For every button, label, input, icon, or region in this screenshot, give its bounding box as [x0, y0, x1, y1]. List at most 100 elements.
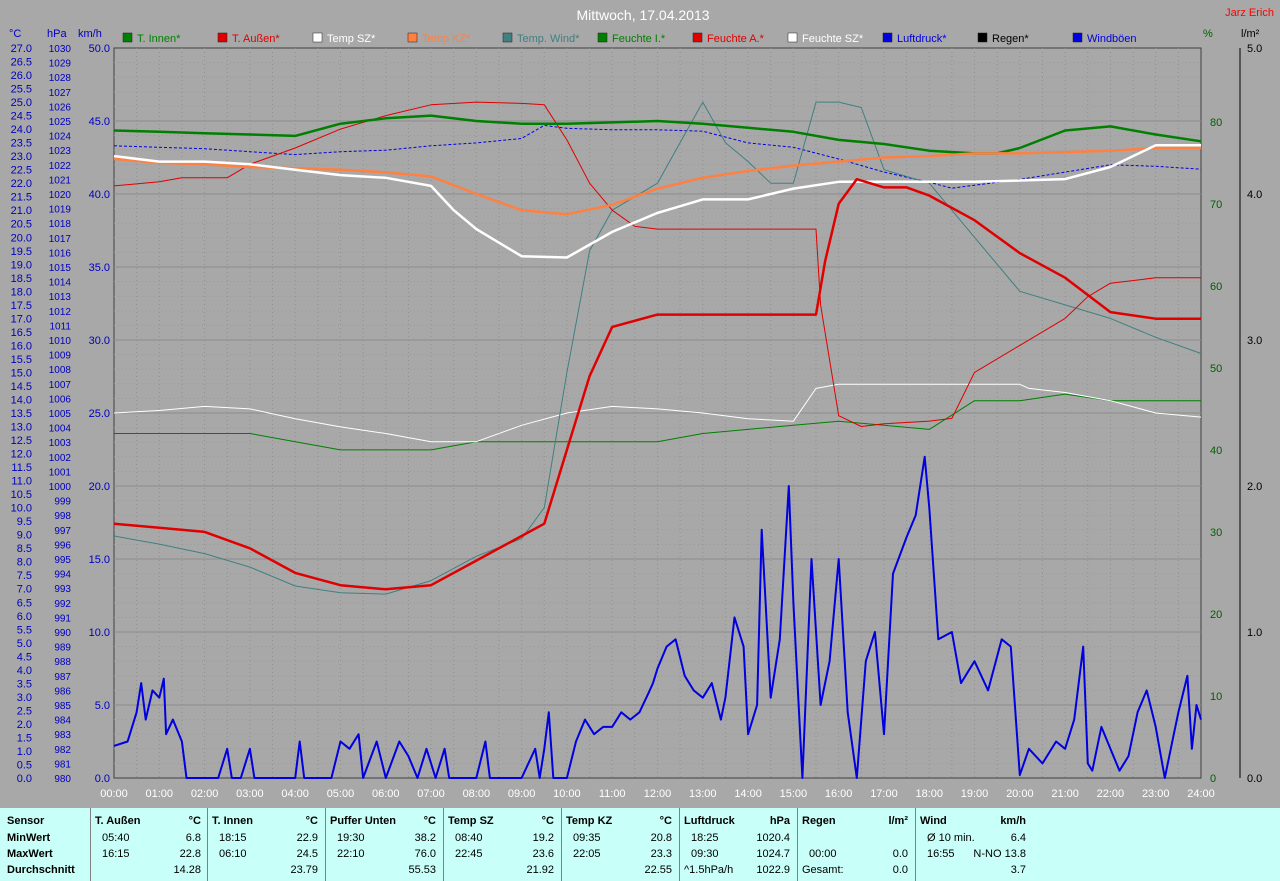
- legend-swatch: [977, 32, 988, 43]
- stats-column-unit: °C: [659, 815, 672, 827]
- x-tick-label: 04:00: [281, 788, 309, 800]
- temp-tick-label: 13.0: [11, 422, 32, 434]
- stats-max-value: N-NO 13.8: [973, 848, 1026, 860]
- pressure-tick-label: 989: [54, 643, 71, 654]
- stats-column-separator: [207, 808, 208, 881]
- wind-axis-unit: km/h: [78, 28, 102, 40]
- x-tick-label: 20:00: [1006, 788, 1034, 800]
- stats-column-unit: °C: [423, 815, 436, 827]
- stats-avg-value: 0.0: [892, 864, 908, 876]
- pressure-tick-label: 1014: [49, 278, 72, 289]
- temp-tick-label: 7.5: [17, 570, 32, 582]
- pressure-tick-label: 1005: [49, 409, 72, 420]
- temp-tick-label: 24.5: [11, 111, 32, 123]
- pressure-tick-label: 1022: [49, 161, 72, 172]
- pressure-tick-label: 982: [54, 745, 71, 756]
- stats-column-separator: [561, 808, 562, 881]
- stats-max-value: 22.8: [179, 848, 201, 860]
- x-tick-label: 16:00: [825, 788, 853, 800]
- stats-min-value: 6.8: [185, 832, 201, 844]
- pressure-tick-label: 1013: [49, 292, 72, 303]
- temp-tick-label: 27.0: [11, 43, 32, 55]
- pressure-axis-unit: hPa: [47, 28, 67, 40]
- x-tick-label: 22:00: [1097, 788, 1125, 800]
- legend-label: T. Innen*: [137, 33, 181, 45]
- x-tick-label: 21:00: [1051, 788, 1079, 800]
- stats-max-value: 76.0: [414, 848, 436, 860]
- stats-min-value: 20.8: [650, 832, 672, 844]
- stats-max-value: 23.6: [532, 848, 554, 860]
- temp-tick-label: 6.5: [17, 597, 32, 609]
- stats-column-unit: °C: [541, 815, 554, 827]
- stats-max-value: 1024.7: [756, 848, 790, 860]
- x-tick-label: 02:00: [191, 788, 219, 800]
- pressure-tick-label: 1003: [49, 438, 72, 449]
- temp-tick-label: 2.0: [17, 719, 32, 731]
- temp-tick-label: 4.5: [17, 651, 32, 663]
- pressure-tick-label: 1011: [49, 321, 71, 332]
- x-tick-label: 11:00: [599, 788, 626, 800]
- temp-tick-label: 15.5: [11, 354, 32, 366]
- temp-tick-label: 24.0: [11, 124, 32, 136]
- legend-swatch: [787, 32, 798, 43]
- x-tick-label: 18:00: [915, 788, 943, 800]
- pressure-tick-label: 1028: [49, 73, 72, 84]
- temp-tick-label: 16.0: [11, 340, 32, 352]
- pressure-tick-label: 1017: [49, 234, 72, 245]
- stats-min-value: 6.4: [1010, 832, 1026, 844]
- temp-tick-label: 12.0: [11, 449, 32, 461]
- stats-min-value: 22.9: [296, 832, 318, 844]
- pressure-tick-label: 1024: [49, 132, 72, 143]
- pressure-tick-label: 980: [54, 774, 71, 785]
- legend-swatch: [217, 32, 228, 43]
- humidity-tick-label: 70: [1210, 199, 1222, 211]
- legend-label: Windböen: [1087, 33, 1137, 45]
- x-tick-label: 23:00: [1142, 788, 1170, 800]
- legend-swatch: [692, 32, 703, 43]
- x-tick-label: 13:00: [689, 788, 717, 800]
- humidity-tick-label: 0: [1210, 773, 1216, 785]
- humidity-axis-unit: %: [1203, 28, 1213, 40]
- temp-tick-label: 16.5: [11, 327, 32, 339]
- humidity-tick-label: 10: [1210, 691, 1222, 703]
- temp-tick-label: 25.5: [11, 84, 32, 96]
- stats-column-separator: [443, 808, 444, 881]
- humidity-tick-label: 40: [1210, 445, 1222, 457]
- legend-label: Feuchte SZ*: [802, 33, 864, 45]
- x-tick-label: 15:00: [780, 788, 808, 800]
- pressure-tick-label: 990: [54, 628, 71, 639]
- pressure-tick-label: 996: [54, 540, 71, 551]
- temp-tick-label: 22.5: [11, 165, 32, 177]
- temp-tick-label: 20.0: [11, 232, 32, 244]
- temp-tick-label: 23.5: [11, 138, 32, 150]
- pressure-tick-label: 1002: [49, 453, 72, 464]
- temp-tick-label: 13.5: [11, 408, 32, 420]
- pressure-tick-label: 1029: [49, 59, 72, 70]
- pressure-tick-label: 997: [54, 526, 71, 537]
- legend-label: Temp KZ*: [422, 33, 471, 45]
- pressure-tick-label: 1027: [49, 88, 72, 99]
- stats-table: Sensor MinWert MaxWert Durchschnitt T. Außen…: [0, 808, 1280, 881]
- temp-tick-label: 8.0: [17, 557, 32, 569]
- legend-label: Feuchte A.*: [707, 33, 765, 45]
- stats-max-value: 24.5: [296, 848, 318, 860]
- rain-tick-label: 1.0: [1247, 627, 1262, 639]
- pressure-tick-label: 991: [54, 613, 71, 624]
- pressure-tick-label: 1026: [49, 102, 72, 113]
- rain-axis-unit: l/m²: [1241, 28, 1260, 40]
- stats-min-value: 1020.4: [756, 832, 790, 844]
- stats-avg-value: 55.53: [408, 864, 436, 876]
- temp-tick-label: 3.5: [17, 678, 32, 690]
- pressure-tick-label: 1030: [49, 44, 72, 55]
- rain-tick-label: 3.0: [1247, 335, 1262, 347]
- temp-tick-label: 12.5: [11, 435, 32, 447]
- x-tick-label: 10:00: [553, 788, 581, 800]
- temp-tick-label: 26.0: [11, 70, 32, 82]
- x-tick-label: 17:00: [870, 788, 898, 800]
- stats-row-label: MinWert: [7, 832, 51, 844]
- legend-label: Temp SZ*: [327, 33, 376, 45]
- x-tick-label: 19:00: [961, 788, 989, 800]
- wind-tick-label: 0.0: [95, 773, 110, 785]
- pressure-tick-label: 1023: [49, 146, 72, 157]
- pressure-tick-label: 998: [54, 511, 71, 522]
